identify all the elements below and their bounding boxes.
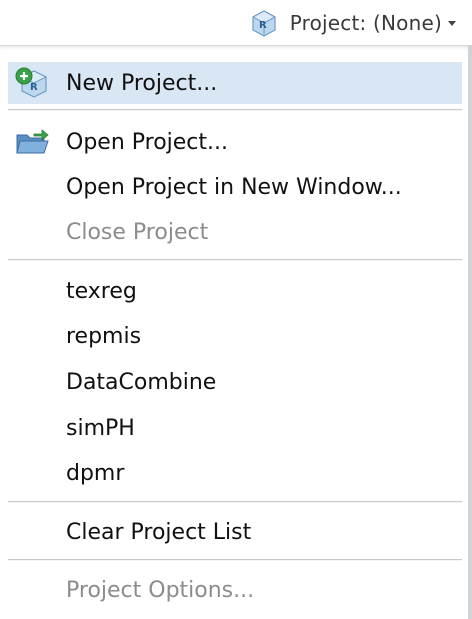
recent-project-item[interactable]: texreg <box>8 270 462 312</box>
open-folder-icon <box>16 129 49 154</box>
menu-item-open-project-new-window[interactable]: Open Project in New Window... <box>8 166 462 208</box>
project-dropdown-menu: R New Project... Open Project... Open Pr… <box>0 45 472 619</box>
r-project-cube-icon: R <box>251 9 276 37</box>
menu-item-label: New Project... <box>66 70 218 96</box>
menu-divider <box>8 501 462 503</box>
menu-item-label: Close Project <box>66 219 209 245</box>
project-menu-label: Project: (None) <box>289 10 442 35</box>
recent-project-item[interactable]: repmis <box>8 315 462 357</box>
menu-item-label: simPH <box>66 415 135 441</box>
new-project-icon: R <box>15 67 48 98</box>
menu-item-label: Open Project in New Window... <box>66 174 402 200</box>
menu-item-close-project: Close Project <box>8 211 462 253</box>
menu-item-new-project[interactable]: R New Project... <box>8 62 462 104</box>
menu-divider <box>8 259 462 261</box>
menu-item-label: repmis <box>66 323 142 349</box>
menu-item-label: Open Project... <box>66 129 229 155</box>
menu-item-label: Clear Project List <box>66 519 252 545</box>
svg-text:R: R <box>30 82 38 93</box>
recent-project-item[interactable]: DataCombine <box>8 361 462 403</box>
svg-text:R: R <box>259 20 267 31</box>
recent-project-item[interactable]: dpmr <box>8 452 462 494</box>
menu-item-open-project[interactable]: Open Project... <box>8 121 462 163</box>
menu-item-label: dpmr <box>66 460 125 486</box>
menu-item-label: DataCombine <box>66 369 217 395</box>
menu-divider <box>8 559 462 561</box>
toolbar: R Project: (None) <box>0 0 472 45</box>
menu-item-label: Project Options... <box>66 577 255 603</box>
project-menu-button[interactable]: R Project: (None) <box>250 0 472 45</box>
menu-item-label: texreg <box>66 278 137 304</box>
recent-project-item[interactable]: simPH <box>8 407 462 449</box>
caret-down-icon <box>448 21 456 26</box>
menu-item-clear-project-list[interactable]: Clear Project List <box>8 511 462 553</box>
menu-item-project-options: Project Options... <box>8 569 462 611</box>
menu-divider <box>8 109 462 111</box>
